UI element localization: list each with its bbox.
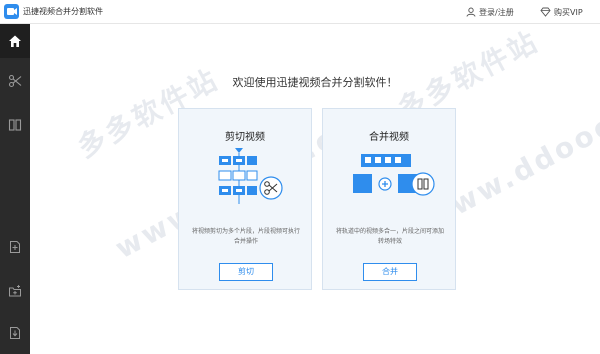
cut-video-card: 剪切视频 将视频剪切为多个片段，片段视频可执行合并操作 剪切 (178, 108, 312, 290)
login-register-label: 登录/注册 (479, 7, 514, 17)
cut-video-illustration (179, 146, 311, 216)
buy-vip-button[interactable]: 购买VIP (540, 4, 583, 20)
welcome-heading: 欢迎使用迅捷视频合并分割软件！ (232, 76, 398, 89)
add-folder-icon (9, 285, 21, 297)
sidebar-item-export[interactable] (0, 316, 30, 350)
user-icon (466, 7, 476, 17)
sidebar-item-home[interactable] (0, 24, 30, 58)
buy-vip-label: 购买VIP (554, 7, 583, 17)
card-title: 剪切视频 (225, 132, 265, 143)
main-area: 多多软件站 www.ddooo.com 多多软件站 www.ddooo.com … (30, 24, 600, 354)
home-icon (9, 35, 21, 47)
add-file-icon (10, 241, 20, 253)
cut-button[interactable]: 剪切 (219, 263, 273, 281)
scissors-icon (8, 74, 22, 88)
merge-icon (8, 119, 22, 131)
title-bar: 迅捷视频合并分割软件 登录/注册 购买VIP (0, 0, 600, 24)
sidebar-item-add-folder[interactable] (0, 274, 30, 308)
app-title: 迅捷视频合并分割软件 (23, 7, 103, 16)
card-description: 将轨道中的视频多合一，片段之间可添加转场特效 (335, 228, 444, 245)
sidebar-item-cut[interactable] (0, 64, 30, 98)
merge-button[interactable]: 合并 (363, 263, 417, 281)
merge-video-card: 合并视频 将轨道中的视频多合一，片段之间可添加转场特效 合并 (322, 108, 456, 290)
sidebar-item-add-file[interactable] (0, 230, 30, 264)
diamond-icon (540, 7, 551, 17)
merge-video-illustration (323, 146, 455, 216)
login-register-button[interactable]: 登录/注册 (466, 4, 514, 20)
sidebar-item-merge[interactable] (0, 108, 30, 142)
app-logo-icon (4, 4, 19, 19)
card-description: 将视频剪切为多个片段，片段视频可执行合并操作 (191, 228, 300, 245)
sidebar (0, 24, 30, 354)
export-icon (10, 327, 20, 339)
card-title: 合并视频 (369, 132, 409, 143)
